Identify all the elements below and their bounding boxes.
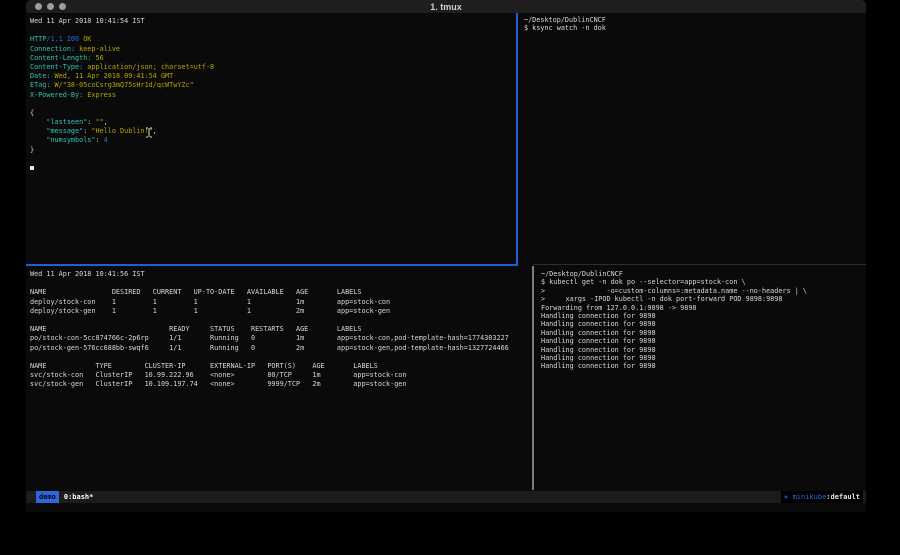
- kubectl-resources-pane[interactable]: Wed 11 Apr 2018 10:41:56 IST NAME DESIRED…: [26, 266, 536, 494]
- terminal-line: Wed 11 Apr 2018 10:41:54 IST: [30, 17, 520, 26]
- terminal-line: > xargs -IPOD kubectl -n dok port-forwar…: [541, 295, 866, 303]
- terminal-line: $ ksync watch -n dok: [524, 24, 866, 32]
- terminal-line: }: [30, 146, 520, 155]
- terminal-line: [30, 316, 536, 325]
- terminal-line: [30, 164, 520, 173]
- terminal-line: NAME TYPE CLUSTER-IP EXTERNAL-IP PORT(S)…: [30, 362, 536, 371]
- kube-namespace: :default: [826, 493, 860, 501]
- terminal-line: [30, 100, 520, 109]
- terminal-line: Handling connection for 9898: [541, 312, 866, 320]
- terminal-line: Content-Type: application/json; charset=…: [30, 63, 520, 72]
- terminal-line: X-Powered-By: Express: [30, 91, 520, 100]
- terminal-line: Handling connection for 9898: [541, 337, 866, 345]
- terminal-line: [30, 26, 520, 35]
- terminal-line: ~/Desktop/DublinCNCF: [541, 270, 866, 278]
- terminal-line: po/stock-con-5cc874766c-2p6rp 1/1 Runnin…: [30, 334, 536, 343]
- terminal-line: [30, 353, 536, 362]
- terminal-line: "numsymbols": 4: [30, 136, 520, 145]
- terminal-line: Content-Length: 56: [30, 54, 520, 63]
- terminal-line: Forwarding from 127.0.0.1:9898 -> 9898: [541, 304, 866, 312]
- tmux-window-tab[interactable]: 0:bash*: [64, 491, 94, 503]
- terminal-line: NAME READY STATUS RESTARTS AGE LABELS: [30, 325, 536, 334]
- terminal-line: deploy/stock-con 1 1 1 1 1m app=stock-co…: [30, 298, 536, 307]
- tmux-status-bar: demo 0:bash* ⎈ minikube:default: [26, 491, 866, 503]
- terminal-line: Handling connection for 9898: [541, 320, 866, 328]
- titlebar: 1. tmux: [26, 0, 866, 14]
- terminal-line: Handling connection for 9898: [541, 362, 866, 370]
- terminal-line: deploy/stock-gen 1 1 1 1 2m app=stock-ge…: [30, 307, 536, 316]
- http-response-pane[interactable]: Wed 11 Apr 2018 10:41:54 IST HTTP/1.1 200…: [26, 13, 520, 268]
- terminal-line: Handling connection for 9898: [541, 329, 866, 337]
- terminal-line: Date: Wed, 11 Apr 2018 09:41:54 GMT: [30, 72, 520, 81]
- terminal-line: po/stock-gen-576cc688bb-swqf6 1/1 Runnin…: [30, 344, 536, 353]
- terminal-line: ETag: W/"38-05coCsrg3mQ75sHr1d/qcWTwYZc": [30, 81, 520, 90]
- window-title: 1. tmux: [26, 1, 866, 13]
- terminal-window: 1. tmux Wed 11 Apr 2018 10:41:54 IST HTTP…: [26, 0, 866, 512]
- terminal-line: Connection: keep-alive: [30, 45, 520, 54]
- terminal-line: [30, 155, 520, 164]
- terminal-line: svc/stock-con ClusterIP 10.99.222.96 <no…: [30, 371, 536, 380]
- terminal-line: [30, 279, 536, 288]
- ksync-watch-pane[interactable]: ~/Desktop/DublinCNCF$ ksync watch -n dok: [518, 13, 866, 267]
- terminal-line: {: [30, 109, 520, 118]
- kube-context-badge: ⎈ minikube:default: [781, 491, 863, 503]
- terminal-cursor: [30, 166, 34, 170]
- terminal-line: ~/Desktop/DublinCNCF: [524, 16, 866, 24]
- session-name-badge: demo: [36, 491, 59, 503]
- terminal-line: Handling connection for 9898: [541, 354, 866, 362]
- terminal-line: $ kubectl get -n dok po --selector=app=s…: [541, 278, 866, 286]
- kube-context-name: minikube: [793, 493, 827, 501]
- terminal-line: HTTP/1.1 200 OK: [30, 35, 520, 44]
- terminal-line: "lastseen": "",: [30, 118, 520, 127]
- screen: { "window": { "title": "1. tmux" }, "col…: [0, 0, 900, 555]
- terminal-line: NAME DESIRED CURRENT UP-TO-DATE AVAILABL…: [30, 288, 536, 297]
- mouse-cursor-ibeam: [145, 123, 153, 142]
- terminal-line: Wed 11 Apr 2018 10:41:56 IST: [30, 270, 536, 279]
- terminal-line: svc/stock-gen ClusterIP 10.109.197.74 <n…: [30, 380, 536, 389]
- terminal-line: > -o=custom-columns=:metadata.name --no-…: [541, 287, 866, 295]
- port-forward-pane[interactable]: ~/Desktop/DublinCNCF$ kubectl get -n dok…: [534, 266, 866, 494]
- terminal-line: Handling connection for 9898: [541, 346, 866, 354]
- helm-wheel-icon: ⎈: [784, 493, 788, 501]
- terminal-line: "message": "Hello Dublin!",: [30, 127, 520, 136]
